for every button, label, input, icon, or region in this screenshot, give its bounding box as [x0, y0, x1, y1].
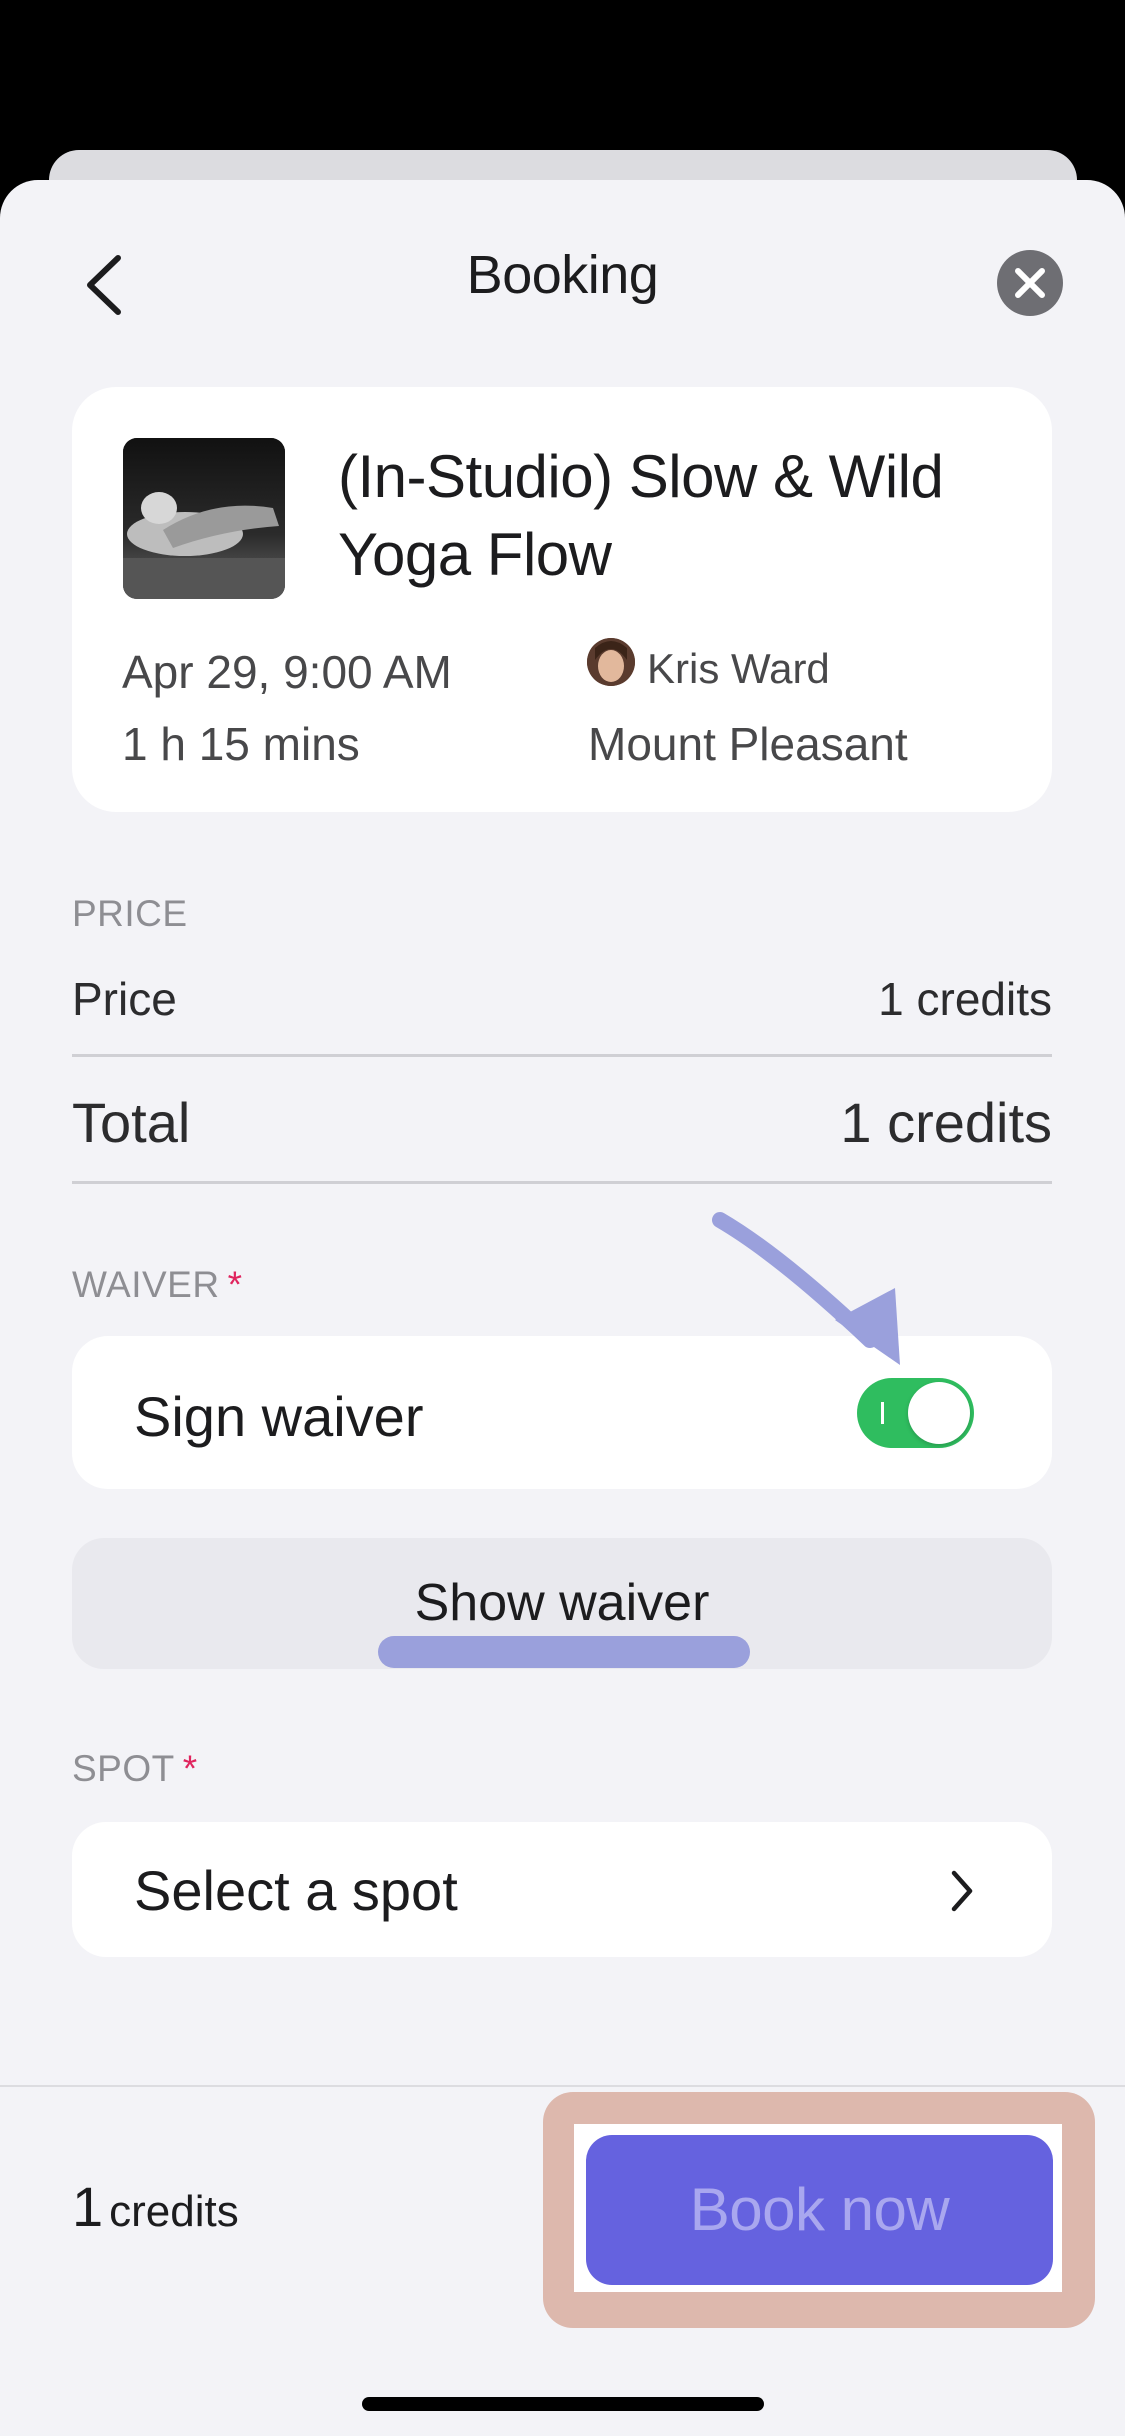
close-icon: [1015, 268, 1045, 298]
waiver-section-label: WAIVER *: [72, 1264, 243, 1306]
instructor-avatar: [587, 638, 635, 686]
credits-count: 1: [72, 2175, 104, 2238]
price-label: Price: [72, 973, 177, 1025]
required-mark: *: [227, 1264, 243, 1305]
price-divider: [72, 1054, 1052, 1057]
sign-waiver-label: Sign waiver: [134, 1385, 424, 1448]
class-title: (In-Studio) Slow & Wild Yoga Flow: [338, 443, 944, 588]
spot-label-text: SPOT: [72, 1748, 175, 1789]
footer-divider: [0, 2085, 1125, 2087]
waiver-label-text: WAIVER: [72, 1264, 220, 1305]
close-button[interactable]: [997, 250, 1063, 316]
sign-waiver-toggle[interactable]: [857, 1378, 974, 1448]
class-location: Mount Pleasant: [588, 718, 908, 770]
toggle-on-mark: [881, 1402, 884, 1424]
total-value: 1 credits: [840, 1091, 1052, 1154]
price-section-label: PRICE: [72, 893, 188, 934]
select-spot-label: Select a spot: [134, 1859, 458, 1922]
total-divider: [72, 1181, 1052, 1184]
footer-credits: 1 credits: [72, 2174, 239, 2239]
page-title: Booking: [466, 245, 659, 305]
chevron-right-icon: [951, 1870, 973, 1912]
toggle-knob: [908, 1382, 970, 1444]
home-indicator: [362, 2397, 764, 2411]
required-mark: *: [182, 1748, 198, 1789]
book-now-button[interactable]: Book now: [586, 2135, 1053, 2285]
annotation-underline: [378, 1636, 750, 1668]
price-value: 1 credits: [878, 973, 1052, 1025]
instructor-name: Kris Ward: [647, 645, 830, 692]
credits-unit: credits: [109, 2187, 239, 2236]
spot-section-label: SPOT *: [72, 1748, 198, 1790]
class-duration: 1 h 15 mins: [122, 718, 360, 770]
yoga-pose-image: [123, 438, 285, 599]
total-label: Total: [72, 1091, 191, 1154]
class-date-time: Apr 29, 9:00 AM: [122, 646, 452, 698]
annotation-arrow-icon: [712, 1212, 900, 1365]
class-thumbnail: [123, 438, 285, 599]
